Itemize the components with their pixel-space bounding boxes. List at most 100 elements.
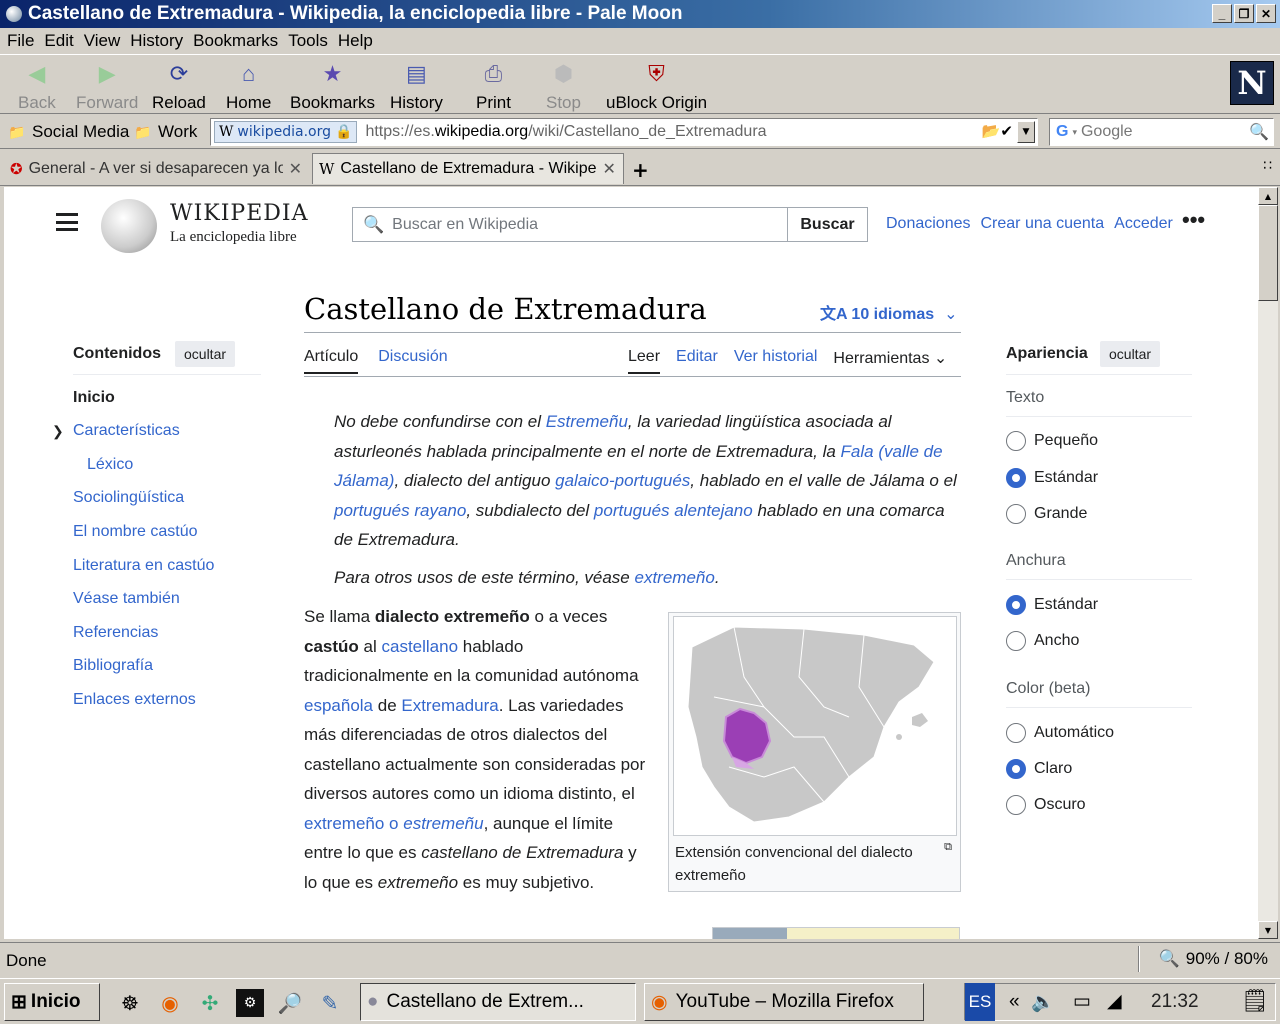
link-castellano[interactable]: castellano (381, 637, 458, 656)
tab-editar[interactable]: Editar (676, 348, 718, 374)
bookmarks-button[interactable]: ★ Bookmarks (290, 59, 375, 113)
menu-view[interactable]: View (79, 31, 126, 51)
language-button[interactable]: 文A 10 idiomas ⌄ (820, 300, 958, 324)
more-options-icon[interactable]: ••• (1182, 207, 1205, 233)
close-button[interactable]: ✕ (1256, 4, 1276, 23)
tab-general[interactable]: ✪ General - A ver si desaparecen ya lo ✕ (4, 153, 308, 184)
radio-color-oscuro[interactable]: Oscuro (1006, 795, 1086, 815)
toc-hide-button[interactable]: ocultar (175, 341, 236, 367)
minimize-button[interactable]: _ (1212, 4, 1232, 23)
link-extremadura[interactable]: Extremadura (401, 696, 498, 715)
extremadura-map[interactable] (673, 616, 957, 836)
scroll-up-icon[interactable]: ▲ (1258, 187, 1278, 205)
link-galaico-portugues[interactable]: galaico-portugués (555, 471, 690, 490)
link-extremeno-estremenu[interactable]: extremeño o estremeñu (304, 814, 484, 833)
window-titlebar[interactable]: Castellano de Extremadura - Wikipedia, l… (0, 0, 1280, 28)
search-icon[interactable]: 🔍 (1249, 122, 1269, 142)
link-estremenu[interactable]: Estremeñu (546, 412, 628, 431)
wiki-search-button[interactable]: Buscar (787, 207, 868, 242)
notepad-icon[interactable]: ✎ (316, 989, 344, 1017)
donate-link[interactable]: Donaciones (886, 215, 971, 233)
tab-discusion[interactable]: Discusión (378, 348, 447, 374)
toc-item-nombre-castuo[interactable]: El nombre castúo (73, 523, 198, 541)
steam-icon[interactable]: ⚙ (236, 989, 264, 1017)
feed-and-addon-icons[interactable]: 📂✔ (982, 122, 1013, 140)
firefox-icon[interactable]: ◉ (156, 989, 184, 1017)
menu-tools[interactable]: Tools (283, 31, 333, 51)
link-espanola[interactable]: española (304, 696, 373, 715)
main-menu-icon[interactable] (56, 213, 78, 231)
new-tab-icon[interactable]: + (632, 158, 649, 182)
forward-button[interactable]: ▶ Forward (76, 59, 138, 113)
helm-icon[interactable]: ☸ (116, 989, 144, 1017)
link-extremeno[interactable]: extremeño (635, 568, 715, 587)
radio-width-estandar[interactable]: Estándar (1006, 595, 1098, 615)
toc-item-caracteristicas[interactable]: Características (73, 422, 180, 440)
close-tab-icon[interactable]: ✕ (603, 159, 616, 179)
start-button[interactable]: ⊞ Inicio (4, 983, 100, 1021)
search-input[interactable]: G ▾ Google 🔍 (1049, 118, 1274, 146)
link-portugues-rayano[interactable]: portugués rayano (334, 501, 466, 520)
wifi-icon[interactable]: ◢ (1107, 990, 1122, 1013)
bookmark-social-media[interactable]: 📁 Social Media (8, 122, 129, 142)
tab-articulo[interactable]: Artículo (304, 348, 359, 374)
toc-item-literatura[interactable]: Literatura en castúo (73, 557, 214, 575)
scroll-thumb[interactable] (1258, 205, 1278, 301)
url-bar[interactable]: Wwikipedia.org 🔒 https://es.wikipedia.org… (210, 118, 1038, 146)
login-link[interactable]: Acceder (1114, 215, 1173, 233)
print-button[interactable]: ⎙ Print (476, 59, 511, 113)
close-tab-icon[interactable]: ✕ (289, 159, 302, 179)
radio-text-grande[interactable]: Grande (1006, 504, 1087, 524)
url-dropdown-icon[interactable]: ▼ (1017, 121, 1035, 143)
radio-text-estandar[interactable]: Estándar (1006, 468, 1098, 488)
toc-collapse-chevron-icon[interactable]: ❯ (52, 423, 64, 440)
history-button[interactable]: ▤ History (390, 59, 443, 113)
input-language-indicator[interactable]: ES (965, 983, 995, 1021)
tab-list-icon[interactable]: ∷ (1263, 158, 1272, 174)
link-portugues-alentejano[interactable]: portugués alentejano (594, 501, 753, 520)
toc-item-lexico[interactable]: Léxico (87, 456, 133, 474)
notes-icon[interactable]: 🗒 (1241, 988, 1269, 1014)
radio-text-pequeno[interactable]: Pequeño (1006, 431, 1098, 451)
battery-icon[interactable]: ▭ (1073, 990, 1091, 1013)
toc-item-bibliografia[interactable]: Bibliografía (73, 657, 153, 675)
appearance-hide-button[interactable]: ocultar (1100, 341, 1161, 367)
reload-button[interactable]: ⟳ Reload (152, 59, 206, 113)
maximize-button[interactable]: ❐ (1234, 4, 1254, 23)
clock[interactable]: 21:32 (1151, 991, 1199, 1013)
radio-color-claro[interactable]: Claro (1006, 759, 1072, 779)
create-account-link[interactable]: Crear una cuenta (981, 215, 1105, 233)
url-text[interactable]: https://es.wikipedia.org/wiki/Castellano… (365, 123, 766, 141)
taskbar-palemoon-window[interactable]: ● Castellano de Extrem... (360, 983, 636, 1021)
wikipedia-wordmark[interactable]: WIKIPEDIA (170, 201, 309, 226)
site-identity-button[interactable]: Wwikipedia.org 🔒 (214, 121, 358, 143)
bookmark-work[interactable]: 📁 Work (134, 122, 197, 142)
tray-expand-icon[interactable]: « (1009, 991, 1020, 1013)
toc-item-enlaces[interactable]: Enlaces externos (73, 691, 196, 709)
back-button[interactable]: ◀ Back (18, 59, 56, 113)
tab-herramientas[interactable]: Herramientas ⌄ (833, 348, 947, 374)
menu-history[interactable]: History (125, 31, 188, 51)
menu-edit[interactable]: Edit (39, 31, 78, 51)
taskbar-firefox-window[interactable]: ◉ YouTube – Mozilla Firefox (644, 983, 924, 1021)
tab-ver-historial[interactable]: Ver historial (734, 348, 818, 374)
menu-bookmarks[interactable]: Bookmarks (188, 31, 283, 51)
toc-item-inicio[interactable]: Inicio (73, 389, 115, 407)
menu-help[interactable]: Help (333, 31, 378, 51)
zoom-indicator[interactable]: 🔍 90% / 80% (1159, 949, 1268, 969)
tab-leer[interactable]: Leer (628, 348, 661, 374)
stop-button[interactable]: ⬢ Stop (546, 59, 581, 113)
volume-icon[interactable]: 🔈 (1031, 990, 1055, 1014)
ublock-origin-button[interactable]: ⛨ uBlock Origin (606, 59, 707, 113)
scroll-down-icon[interactable]: ▼ (1258, 921, 1278, 939)
wikipedia-globe-logo[interactable] (101, 199, 157, 253)
radio-width-ancho[interactable]: Ancho (1006, 631, 1079, 651)
enlarge-icon[interactable]: ⧉ (944, 841, 952, 854)
wiki-search-input[interactable]: 🔍 Buscar en Wikipedia (352, 207, 788, 242)
radio-color-automatico[interactable]: Automático (1006, 723, 1114, 743)
toc-item-vease[interactable]: Véase también (73, 590, 180, 608)
toc-item-referencias[interactable]: Referencias (73, 624, 158, 642)
menu-file[interactable]: File (2, 31, 39, 51)
vertical-scrollbar[interactable]: ▲ ▼ (1258, 187, 1278, 939)
network-icon[interactable]: ✣ (196, 989, 224, 1017)
